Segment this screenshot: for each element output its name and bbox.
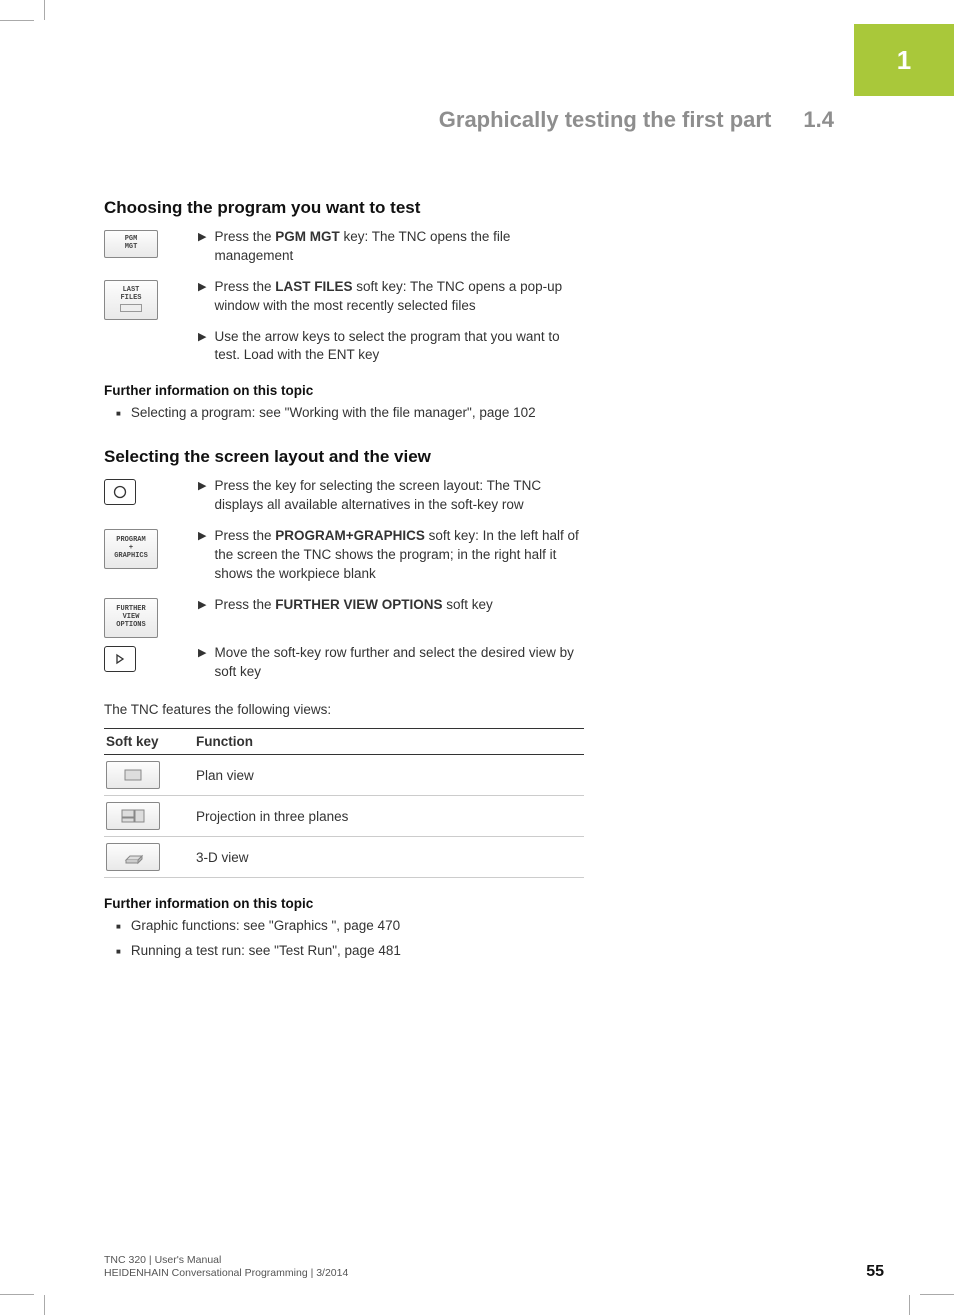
screen-layout-hardkey-icon — [104, 479, 136, 505]
page-footer: TNC 320 | User's Manual HEIDENHAIN Conve… — [104, 1254, 884, 1281]
instruction-step: ▶ Move the soft-key row further and sele… — [104, 644, 584, 688]
table-row: Plan view — [104, 755, 584, 796]
reference-text: Selecting a program: see "Working with t… — [131, 404, 584, 423]
reference-text: Graphic functions: see "Graphics ", page… — [131, 917, 584, 936]
footer-doc-subtitle: HEIDENHAIN Conversational Programming | … — [104, 1267, 348, 1281]
views-table: Soft key Function Plan view — [104, 728, 584, 878]
files-glyph-icon — [120, 304, 142, 312]
page-content: Choosing the program you want to test PG… — [104, 198, 584, 967]
crop-mark — [909, 1295, 910, 1315]
last-files-softkey-icon: LAST FILES — [104, 280, 158, 320]
crop-mark — [0, 1294, 34, 1295]
bullet-triangle-icon: ▶ — [198, 230, 206, 245]
further-view-options-softkey-icon: FURTHER VIEW OPTIONS — [104, 598, 158, 638]
bullet-triangle-icon: ▶ — [198, 479, 206, 494]
crop-mark — [0, 20, 34, 21]
instruction-text: Use the arrow keys to select the program… — [214, 328, 584, 366]
instruction-text: Press the PGM MGT key: The TNC opens the… — [214, 228, 584, 266]
instruction-step: PGM MGT ▶ Press the PGM MGT key: The TNC… — [104, 228, 584, 272]
instruction-text: Press the FURTHER VIEW OPTIONS soft key — [214, 596, 584, 615]
section-heading: Selecting the screen layout and the view — [104, 447, 584, 467]
section-heading: Choosing the program you want to test — [104, 198, 584, 218]
paragraph: The TNC features the following views: — [104, 701, 584, 720]
next-softkey-row-hardkey-icon — [104, 646, 136, 672]
running-title: Graphically testing the first part — [439, 107, 772, 132]
bullet-triangle-icon: ▶ — [198, 529, 206, 544]
table-cell-function: Projection in three planes — [194, 796, 584, 837]
crop-mark — [44, 0, 45, 20]
plan-view-softkey-icon — [106, 761, 160, 789]
footer-doc-title: TNC 320 | User's Manual — [104, 1254, 348, 1268]
instruction-text: Press the PROGRAM+GRAPHICS soft key: In … — [214, 527, 584, 584]
instruction-step: ▶ Press the key for selecting the screen… — [104, 477, 584, 521]
document-meta: TNC 320 | User's Manual HEIDENHAIN Conve… — [104, 1254, 348, 1281]
table-header-softkey: Soft key — [104, 729, 194, 755]
running-header: Graphically testing the first part 1.4 — [439, 107, 834, 133]
pgm-mgt-softkey-icon: PGM MGT — [104, 230, 158, 258]
crop-mark — [44, 1295, 45, 1315]
instruction-text: Move the soft-key row further and select… — [214, 644, 584, 682]
bullet-triangle-icon: ▶ — [198, 330, 206, 345]
crop-mark — [920, 1294, 954, 1295]
instruction-step: FURTHER VIEW OPTIONS ▶ Press the FURTHER… — [104, 596, 584, 638]
instruction-text: Press the LAST FILES soft key: The TNC o… — [214, 278, 584, 316]
bullet-triangle-icon: ▶ — [198, 280, 206, 295]
bullet-square-icon: ■ — [116, 946, 121, 957]
bullet-triangle-icon: ▶ — [198, 598, 206, 613]
three-d-view-softkey-icon — [106, 843, 160, 871]
program-graphics-softkey-icon: PROGRAM + GRAPHICS — [104, 529, 158, 569]
running-section-number: 1.4 — [803, 107, 834, 132]
further-info-item: ■ Graphic functions: see "Graphics ", pa… — [104, 917, 584, 936]
chapter-number: 1 — [897, 45, 911, 76]
table-header-function: Function — [194, 729, 584, 755]
table-row: 3-D view — [104, 837, 584, 878]
further-info-item: ■ Selecting a program: see "Working with… — [104, 404, 584, 423]
reference-text: Running a test run: see "Test Run", page… — [131, 942, 584, 961]
table-row: Projection in three planes — [104, 796, 584, 837]
further-info-heading: Further information on this topic — [104, 896, 584, 911]
instruction-step: PROGRAM + GRAPHICS ▶ Press the PROGRAM+G… — [104, 527, 584, 590]
instruction-step: LAST FILES ▶ Press the LAST FILES soft k… — [104, 278, 584, 322]
page-number: 55 — [866, 1263, 884, 1281]
chapter-tab: 1 — [854, 24, 954, 96]
three-planes-softkey-icon — [106, 802, 160, 830]
bullet-triangle-icon: ▶ — [198, 646, 206, 661]
instruction-text: Press the key for selecting the screen l… — [214, 477, 584, 515]
bullet-square-icon: ■ — [116, 408, 121, 419]
table-cell-function: 3-D view — [194, 837, 584, 878]
table-cell-function: Plan view — [194, 755, 584, 796]
instruction-step: ▶ Use the arrow keys to select the progr… — [104, 328, 584, 372]
further-info-heading: Further information on this topic — [104, 383, 584, 398]
bullet-square-icon: ■ — [116, 921, 121, 932]
further-info-item: ■ Running a test run: see "Test Run", pa… — [104, 942, 584, 961]
